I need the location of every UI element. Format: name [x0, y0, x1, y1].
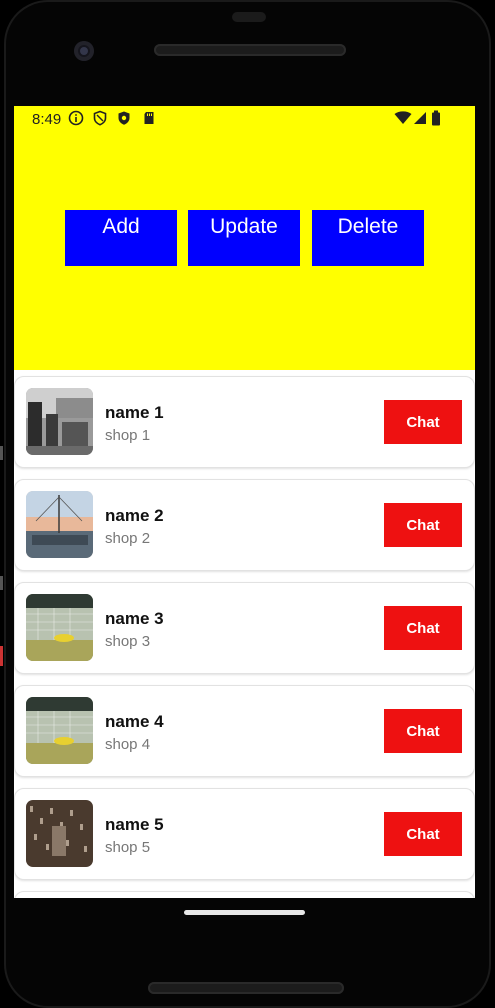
- front-camera: [74, 41, 94, 61]
- side-button-mark: [0, 446, 3, 460]
- chat-button[interactable]: Chat: [384, 400, 462, 444]
- side-button-mark: [0, 576, 3, 590]
- item-thumbnail: [26, 388, 93, 455]
- earpiece-speaker: [154, 44, 346, 56]
- status-time: 8:49: [32, 111, 62, 128]
- status-bar: 8:49: [14, 106, 475, 132]
- item-name: name 5: [105, 815, 164, 834]
- item-thumbnail: [26, 594, 93, 661]
- item-thumbnail: [26, 800, 93, 867]
- home-indicator[interactable]: [184, 910, 305, 915]
- list-item[interactable]: [14, 891, 475, 898]
- list-item[interactable]: name 3 shop 3 Chat: [14, 582, 475, 674]
- app-screen: 8:49 Add Update Delete name 1 shop 1 Cha…: [14, 106, 475, 898]
- list-item[interactable]: name 1 shop 1 Chat: [14, 376, 475, 468]
- add-button[interactable]: Add: [65, 210, 177, 266]
- wifi-icon: [394, 111, 412, 124]
- item-shop: shop 5: [105, 839, 151, 856]
- item-name: name 4: [105, 712, 164, 731]
- list-item[interactable]: name 2 shop 2 Chat: [14, 479, 475, 571]
- item-shop: shop 1: [105, 427, 151, 444]
- chat-button[interactable]: Chat: [384, 812, 462, 856]
- sd-card-icon: [144, 112, 154, 124]
- bottom-speaker: [148, 982, 344, 994]
- item-shop: shop 3: [105, 633, 151, 650]
- chat-button[interactable]: Chat: [384, 503, 462, 547]
- item-shop: shop 2: [105, 530, 151, 547]
- chat-button[interactable]: Chat: [384, 709, 462, 753]
- header-panel: 8:49 Add Update Delete: [14, 106, 475, 370]
- update-button[interactable]: Update: [188, 210, 300, 266]
- item-name: name 1: [105, 403, 164, 422]
- shield-icon: [93, 110, 107, 126]
- chat-button[interactable]: Chat: [384, 606, 462, 650]
- side-button-mark: [0, 646, 3, 666]
- cell-signal-icon: [414, 112, 426, 124]
- shield-filled-icon: [118, 111, 130, 125]
- item-name: name 2: [105, 506, 164, 525]
- battery-icon: [432, 110, 440, 126]
- item-thumbnail: [26, 491, 93, 558]
- item-name: name 3: [105, 609, 164, 628]
- list-item[interactable]: name 4 shop 4 Chat: [14, 685, 475, 777]
- list-item[interactable]: name 5 shop 5 Chat: [14, 788, 475, 880]
- item-shop: shop 4: [105, 736, 151, 753]
- info-icon: [68, 110, 84, 126]
- delete-button[interactable]: Delete: [312, 210, 424, 266]
- item-thumbnail: [26, 697, 93, 764]
- top-slot: [232, 12, 266, 22]
